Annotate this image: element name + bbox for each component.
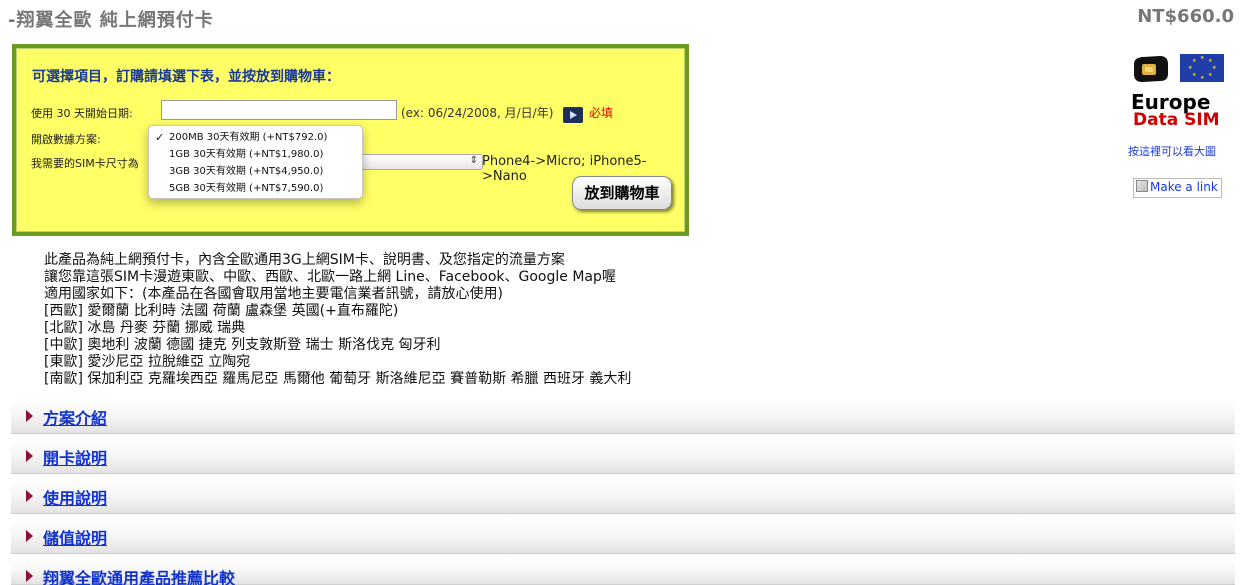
data-plan-dropdown[interactable]: ✓ 200MB 30天有效期 (+NT$792.0) 1GB 30天有效期 (+N… bbox=[148, 125, 363, 199]
data-plan-option[interactable]: 1GB 30天有效期 (+NT$1,980.0) bbox=[149, 146, 362, 163]
description-line: 適用國家如下：(本產品在各國會取用當地主要電信業者訊號，請放心使用) bbox=[44, 286, 503, 302]
section-usage[interactable]: 使用說明 bbox=[11, 478, 1235, 514]
section-activation[interactable]: 開卡說明 bbox=[11, 438, 1235, 474]
eu-flag-icon: ★ ★ ★ ★ ★ ★ ★ ★ bbox=[1180, 54, 1224, 82]
section-product-comparison[interactable]: 翔翼全歐通用產品推薦比較 bbox=[11, 558, 1235, 585]
section-title[interactable]: 儲值說明 bbox=[43, 525, 107, 549]
description-line: 此產品為純上網預付卡，內含全歐通用3G上網SIM卡、說明書、及您指定的流量方案 bbox=[44, 252, 565, 268]
sim-size-label: 我需要的SIM卡尺寸為 bbox=[31, 157, 139, 170]
sim-device-icon bbox=[1134, 56, 1168, 82]
section-title[interactable]: 開卡說明 bbox=[43, 445, 107, 469]
start-date-label: 使用 30 天開始日期: bbox=[31, 107, 133, 120]
calendar-button[interactable] bbox=[563, 107, 583, 123]
data-plan-option[interactable]: ✓ 200MB 30天有效期 (+NT$792.0) bbox=[149, 129, 362, 146]
data-plan-option[interactable]: 3GB 30天有效期 (+NT$4,950.0) bbox=[149, 163, 362, 180]
triangle-right-icon bbox=[26, 530, 33, 542]
play-arrow-icon bbox=[569, 111, 577, 119]
order-form: 可選擇項目，訂購請填選下表，並按放到購物車： 使用 30 天開始日期: (ex:… bbox=[12, 44, 689, 236]
logo-line-2: Data SIM bbox=[1133, 110, 1220, 130]
description-line: [南歐] 保加利亞 克羅埃西亞 羅馬尼亞 馬爾他 葡萄牙 斯洛維尼亞 賽普勒斯 … bbox=[44, 371, 632, 387]
description-line: [中歐] 奧地利 波蘭 德國 捷克 列支敦斯登 瑞士 斯洛伐克 匈牙利 bbox=[44, 337, 441, 353]
data-plan-option[interactable]: 5GB 30天有效期 (+NT$7,590.0) bbox=[149, 180, 362, 197]
europe-data-sim-logo[interactable]: ★ ★ ★ ★ ★ ★ ★ ★ Europe Data SIM bbox=[1128, 52, 1228, 132]
section-top-up[interactable]: 儲值說明 bbox=[11, 518, 1235, 554]
date-format-hint: (ex: 06/24/2008, 月/日/年) bbox=[401, 106, 554, 120]
product-description: 此產品為純上網預付卡，內含全歐通用3G上網SIM卡、說明書、及您指定的流量方案 … bbox=[44, 252, 631, 388]
description-line: [東歐] 愛沙尼亞 拉脫維亞 立陶宛 bbox=[44, 354, 251, 370]
description-line: [北歐] 冰島 丹麥 芬蘭 挪威 瑞典 bbox=[44, 320, 246, 336]
checkmark-icon: ✓ bbox=[155, 131, 165, 144]
required-marker: 必填 bbox=[589, 106, 614, 120]
description-line: [西歐] 愛爾蘭 比利時 法國 荷蘭 盧森堡 英國(+直布羅陀) bbox=[44, 303, 399, 319]
triangle-right-icon bbox=[26, 410, 33, 422]
triangle-right-icon bbox=[26, 450, 33, 462]
start-date-input[interactable] bbox=[161, 100, 397, 120]
sim-size-select[interactable]: ⇕ bbox=[361, 154, 483, 170]
section-title[interactable]: 使用說明 bbox=[43, 485, 107, 509]
view-large-image-link[interactable]: 按這裡可以看大圖 bbox=[1128, 143, 1216, 159]
description-line: 讓您靠這張SIM卡漫遊東歐、中歐、西歐、北歐一路上網 Line、Facebook… bbox=[44, 269, 616, 285]
data-plan-label: 開啟數據方案: bbox=[31, 133, 101, 146]
product-price: NT$660.0 bbox=[1137, 6, 1234, 27]
order-form-heading: 可選擇項目，訂購請填選下表，並按放到購物車： bbox=[32, 69, 340, 85]
add-to-cart-button[interactable]: 放到購物車 bbox=[572, 176, 672, 210]
triangle-right-icon bbox=[26, 570, 33, 582]
page-title: -翔翼全歐 純上網預付卡 bbox=[8, 10, 214, 31]
section-title[interactable]: 方案介紹 bbox=[43, 405, 107, 429]
triangle-right-icon bbox=[26, 490, 33, 502]
section-title[interactable]: 翔翼全歐通用產品推薦比較 bbox=[43, 565, 235, 585]
make-a-link-image[interactable]: Make a link bbox=[1133, 178, 1222, 198]
broken-image-icon bbox=[1136, 180, 1148, 192]
select-arrows-icon: ⇕ bbox=[469, 155, 478, 166]
section-plan-intro[interactable]: 方案介紹 bbox=[11, 398, 1235, 434]
